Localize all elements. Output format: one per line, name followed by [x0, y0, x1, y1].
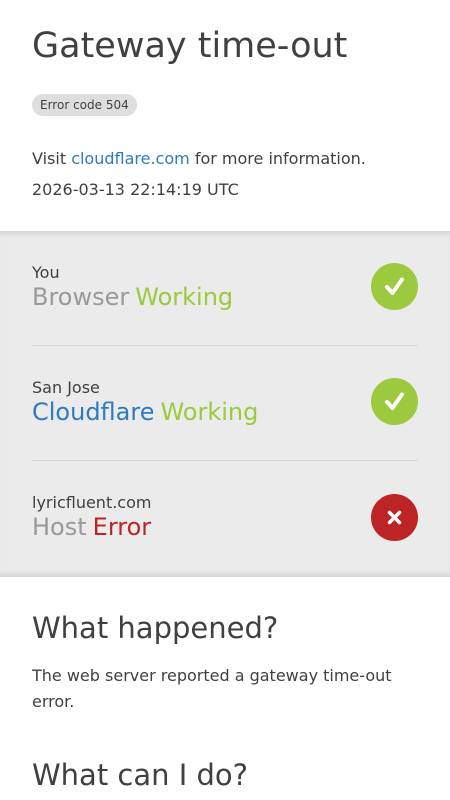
- status-node-line: Host Error: [32, 511, 151, 543]
- status-state: Error: [92, 513, 152, 541]
- close-icon: [371, 494, 418, 541]
- visit-prefix: Visit: [32, 149, 67, 168]
- status-row-host: lyricfluent.com Host Error: [32, 461, 418, 576]
- what-happened-text: The web server reported a gateway time-o…: [32, 666, 392, 711]
- error-timestamp: 2026-03-13 22:14:19 UTC: [32, 180, 239, 199]
- status-node-name[interactable]: Cloudflare: [32, 398, 154, 426]
- status-node-name: Browser: [32, 283, 130, 311]
- status-location: San Jose: [32, 378, 100, 397]
- status-row-browser: You Browser Working: [32, 231, 418, 346]
- status-state: Working: [160, 398, 259, 426]
- status-state: Working: [135, 283, 234, 311]
- status-location: You: [32, 263, 60, 282]
- error-header: Gateway time-out Error code 504 Visit cl…: [0, 0, 450, 231]
- check-icon: [371, 378, 418, 425]
- more-info-line: Visit cloudflare.com for more informatio…: [32, 148, 366, 170]
- status-location: lyricfluent.com: [32, 493, 152, 512]
- status-panel: You Browser Working San Jose Cloudflare Wo…: [0, 231, 450, 577]
- what-happened-title: What happened?: [32, 611, 279, 645]
- status-node-line: Browser Working: [32, 281, 233, 313]
- status-node-line: Cloudflare Working: [32, 396, 258, 428]
- page-title: Gateway time-out: [32, 26, 348, 66]
- error-code-badge: Error code 504: [32, 94, 137, 116]
- visit-suffix: for more information.: [194, 149, 366, 168]
- status-node-name: Host: [32, 513, 87, 541]
- check-icon: [371, 263, 418, 310]
- what-can-i-do-title: What can I do?: [32, 758, 249, 792]
- cloudflare-link[interactable]: cloudflare.com: [71, 149, 190, 168]
- status-row-cloudflare: San Jose Cloudflare Working: [32, 346, 418, 461]
